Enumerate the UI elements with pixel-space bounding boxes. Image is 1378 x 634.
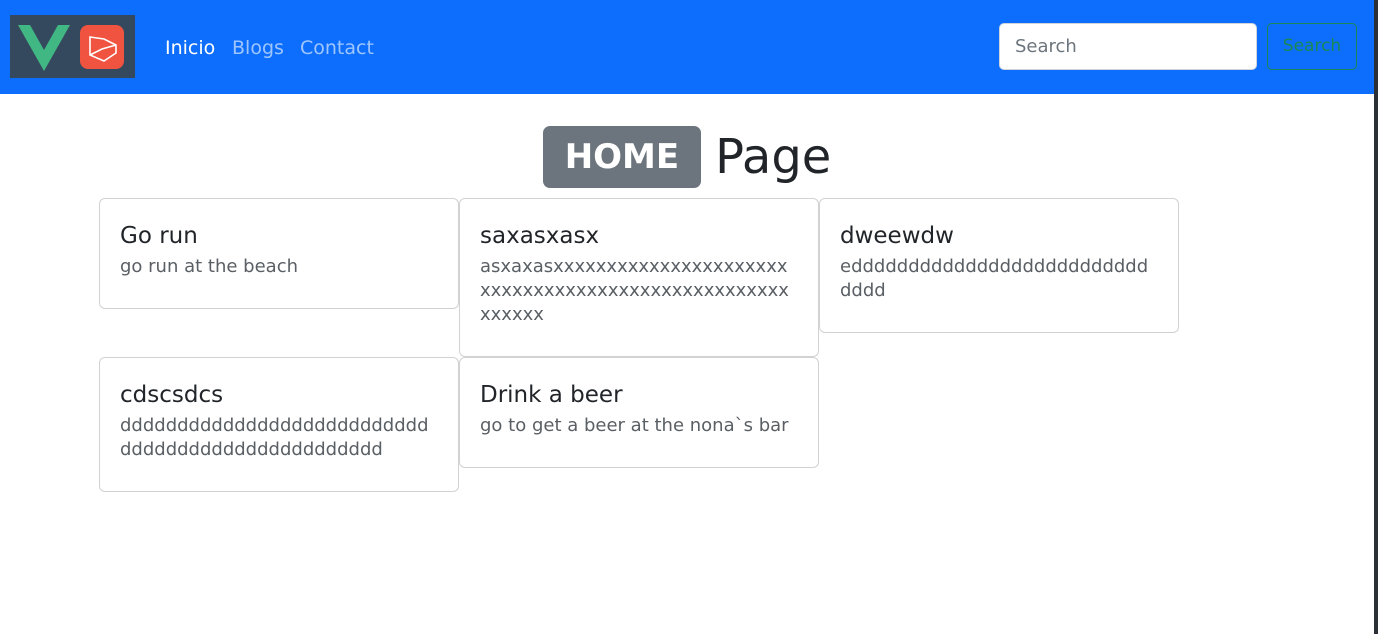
vue-logo-icon — [18, 25, 70, 71]
card-text: go to get a beer at the nona`s bar — [480, 415, 789, 436]
card-title: cdscsdcs — [120, 382, 224, 408]
laravel-logo-icon — [80, 24, 124, 69]
card-title: Go run — [120, 223, 198, 249]
home-badge: HOME — [542, 126, 702, 188]
blog-card: dweewdw edddddddddddddddddddddddddddddd — [819, 198, 1179, 333]
card-title: Drink a beer — [480, 382, 623, 408]
window-edge — [1374, 0, 1378, 634]
blog-card: cdscsdcs ddddddddddddddddddddddddddddddd… — [99, 357, 459, 492]
card-text: dddddddddddddddddddddddddddddddddddddddd… — [120, 415, 429, 460]
blog-card: Go run go run at the beach — [99, 198, 459, 309]
blog-card: saxasxasx asxaxasxxxxxxxxxxxxxxxxxxxxxxx… — [459, 198, 819, 357]
search-button[interactable]: Search — [1267, 23, 1357, 70]
page-title: Page — [715, 129, 832, 185]
navbar: Inicio Blogs Contact Search — [0, 0, 1374, 94]
card-title: dweewdw — [840, 223, 954, 249]
card-text: go run at the beach — [120, 256, 299, 277]
card-text: asxaxasxxxxxxxxxxxxxxxxxxxxxxxxxxxxxxxxx… — [480, 256, 789, 325]
nav-link-blogs[interactable]: Blogs — [232, 35, 284, 61]
card-title: saxasxasx — [480, 223, 600, 249]
search-input[interactable] — [999, 23, 1257, 70]
page-heading: HOME Page — [0, 126, 1374, 188]
brand-logo[interactable] — [10, 15, 135, 78]
card-text: edddddddddddddddddddddddddddddd — [840, 256, 1149, 301]
nav-link-contact[interactable]: Contact — [300, 35, 374, 61]
blog-card: Drink a beer go to get a beer at the non… — [459, 357, 819, 468]
nav-link-inicio[interactable]: Inicio — [165, 35, 215, 61]
